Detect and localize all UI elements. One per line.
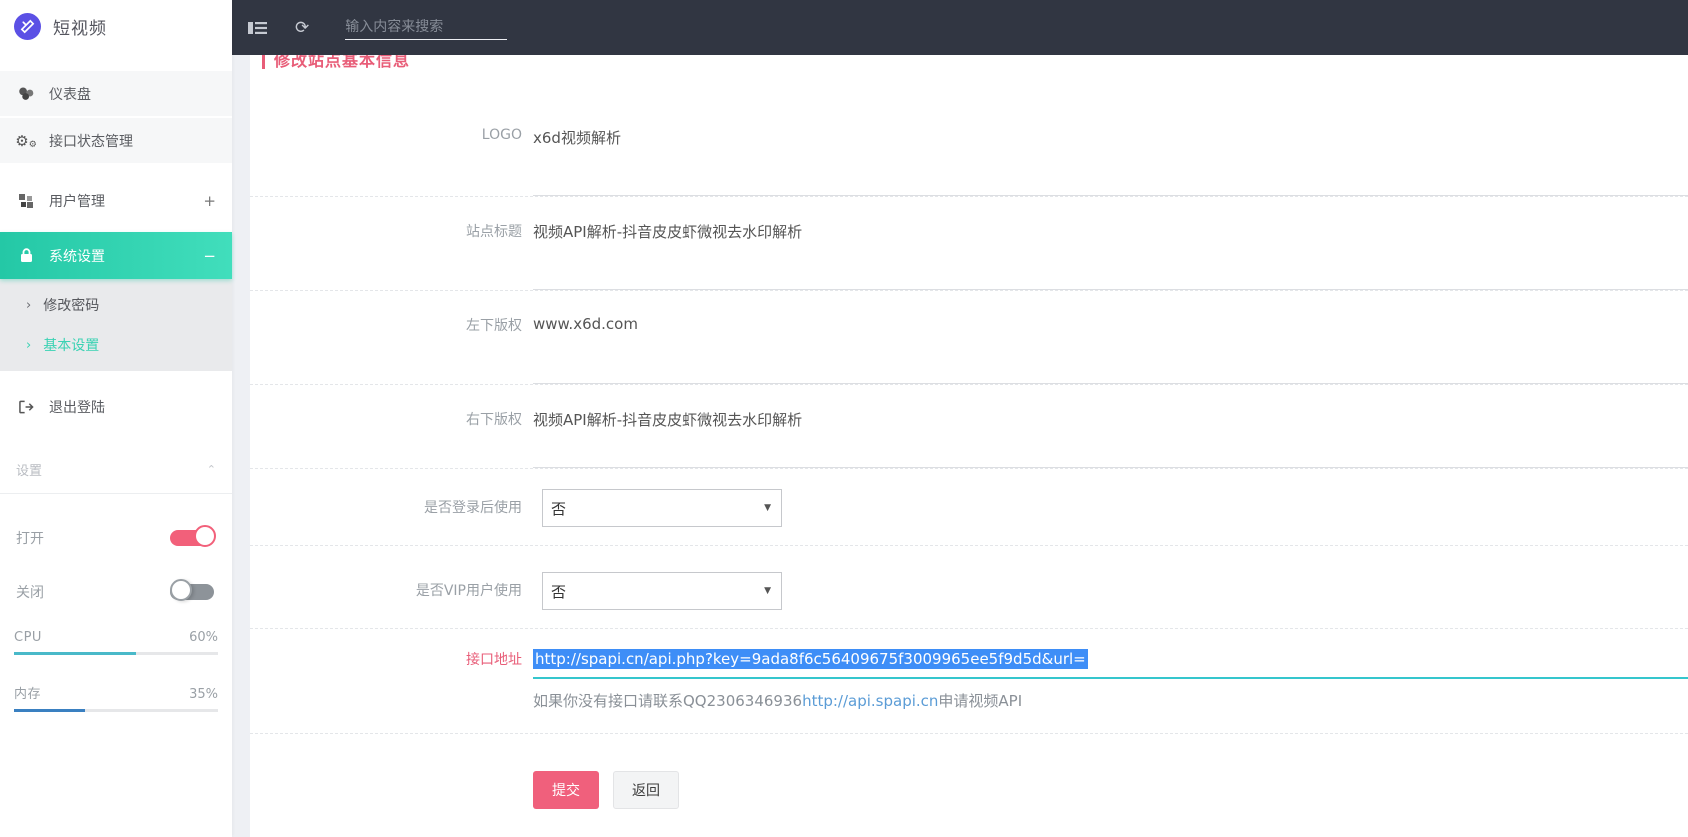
login-required-select[interactable]: 否 ▼ [542, 489, 782, 527]
submenu-item-basic-settings[interactable]: › 基本设置 [0, 325, 232, 365]
expand-plus-icon[interactable]: + [203, 192, 216, 210]
sidebar-item-users[interactable]: 用户管理 + [0, 177, 232, 224]
open-toggle[interactable] [170, 528, 216, 548]
left-copyright-input[interactable]: www.x6d.com [533, 315, 1688, 384]
sidebar-item-dashboard[interactable]: 仪表盘 [0, 71, 232, 118]
lock-icon [16, 248, 36, 263]
divider [0, 493, 232, 494]
form-row-left-copyright: 左下版权 www.x6d.com [250, 291, 1688, 385]
toggle-row-close: 关闭 [0, 582, 232, 602]
submit-button[interactable]: 提交 [533, 771, 599, 809]
refresh-icon[interactable]: ⟳ [295, 18, 309, 38]
form-row-logo: LOGO x6d视频解析 [250, 103, 1688, 197]
memory-progress-bar [14, 709, 218, 712]
dashboard-icon [16, 86, 36, 101]
sidebar-collapse-icon[interactable] [248, 21, 267, 35]
sidebar-menu: 仪表盘 ⚙⚙ 接口状态管理 用户管理 + 系统设置 − › 修改密码 [0, 71, 232, 430]
toggle-row-open: 打开 [0, 528, 232, 548]
form-row-site-title: 站点标题 视频API解析-抖音皮皮虾微视去水印解析 [250, 197, 1688, 291]
back-button[interactable]: 返回 [613, 771, 679, 809]
gears-icon: ⚙⚙ [16, 132, 36, 150]
brand-logo-icon [14, 13, 41, 40]
brand[interactable]: 短视频 [0, 0, 232, 53]
form-row-right-copyright: 右下版权 视频API解析-抖音皮皮虾微视去水印解析 [250, 385, 1688, 469]
chevron-right-icon: › [26, 298, 31, 313]
settings-form: LOGO x6d视频解析 站点标题 视频API解析-抖音皮皮虾微视去水印解析 左… [250, 103, 1688, 809]
form-row-vip-required: 是否VIP用户使用 否 ▼ [250, 546, 1688, 629]
right-copyright-input[interactable]: 视频API解析-抖音皮皮虾微视去水印解析 [533, 409, 1688, 468]
api-help-text: 如果你没有接口请联系QQ2306346936http://api.spapi.c… [533, 690, 1688, 711]
logo-input[interactable]: x6d视频解析 [533, 127, 1688, 196]
api-url-selected-text: http://spapi.cn/api.php?key=9ada8f6c5640… [533, 649, 1088, 669]
sidebar-item-logout[interactable]: 退出登陆 [0, 383, 232, 430]
topbar: ⟳ [232, 0, 1688, 55]
chevron-right-icon: › [26, 338, 31, 353]
search-input[interactable] [345, 19, 507, 35]
cpu-meter: CPU 60% [0, 630, 232, 655]
vip-required-select[interactable]: 否 ▼ [542, 572, 782, 610]
search-field [345, 16, 507, 40]
site-title-input[interactable]: 视频API解析-抖音皮皮虾微视去水印解析 [533, 221, 1688, 290]
collapse-minus-icon[interactable]: − [203, 247, 216, 265]
memory-meter: 内存 35% [0, 683, 232, 712]
form-row-api-url: 接口地址 http://spapi.cn/api.php?key=9ada8f6… [250, 629, 1688, 734]
sidebar-item-system-settings[interactable]: 系统设置 − [0, 232, 232, 279]
sidebar: 短视频 仪表盘 ⚙⚙ 接口状态管理 用户管理 + 系统设置 − [0, 0, 232, 837]
chevron-up-icon: ⌃ [207, 463, 216, 476]
cpu-progress-bar [14, 652, 218, 655]
api-url-input[interactable]: http://spapi.cn/api.php?key=9ada8f6c5640… [533, 649, 1688, 679]
api-help-link[interactable]: http://api.spapi.cn [802, 692, 938, 710]
sidebar-item-api-status[interactable]: ⚙⚙ 接口状态管理 [0, 118, 232, 165]
submenu-item-change-password[interactable]: › 修改密码 [0, 285, 232, 325]
app-title: 短视频 [53, 14, 107, 39]
grid-icon [16, 194, 36, 208]
form-actions: 提交 返回 [250, 771, 1688, 809]
logout-icon [16, 400, 36, 414]
form-row-login-required: 是否登录后使用 否 ▼ [250, 469, 1688, 546]
system-settings-submenu: › 修改密码 › 基本设置 [0, 279, 232, 371]
settings-section-header[interactable]: 设置 ⌃ [0, 460, 232, 479]
main-content: 修改站点基本信息 LOGO x6d视频解析 站点标题 视频API解析-抖音皮皮虾… [250, 55, 1688, 837]
dropdown-arrow-icon: ▼ [764, 503, 771, 513]
dropdown-arrow-icon: ▼ [764, 586, 771, 596]
close-toggle[interactable] [170, 582, 216, 602]
